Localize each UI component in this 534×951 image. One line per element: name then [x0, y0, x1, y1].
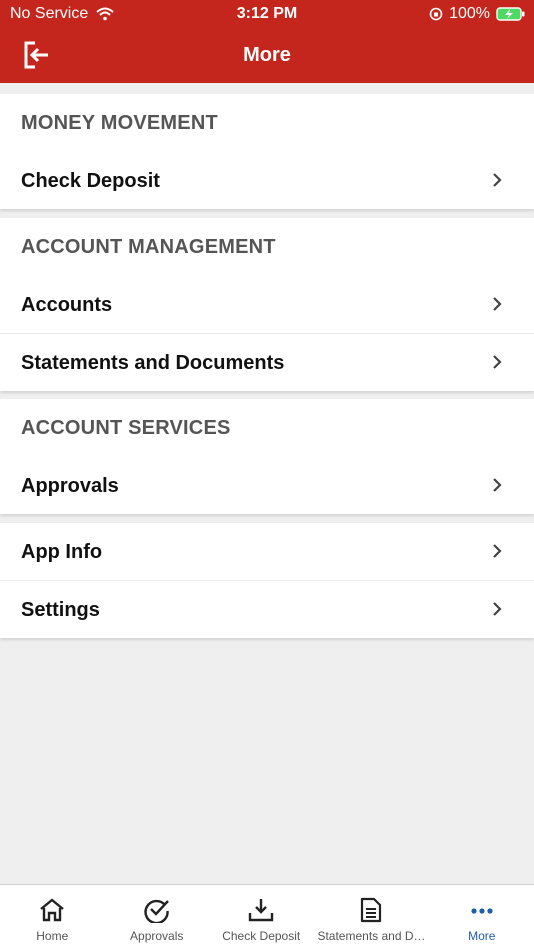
tab-home[interactable]: Home: [0, 885, 104, 951]
menu-item-label: Check Deposit: [21, 170, 160, 192]
more-dots-icon: [471, 908, 493, 914]
section-money-movement: MONEY MOVEMENT Check Deposit: [0, 94, 534, 209]
menu-item-check-deposit[interactable]: Check Deposit: [0, 152, 534, 209]
menu-item-label: App Info: [21, 541, 103, 563]
menu-item-accounts[interactable]: Accounts: [0, 276, 534, 333]
chevron-right-icon: [493, 355, 502, 369]
tab-label: Home: [36, 929, 69, 943]
section-app: App Info Settings: [0, 523, 534, 638]
section-header: ACCOUNT MANAGEMENT: [21, 236, 276, 258]
menu-item-label: Statements and Documents: [21, 352, 285, 374]
tab-label: Statements and D…: [317, 929, 426, 943]
chevron-right-icon: [493, 544, 502, 558]
navigation-bar: More: [0, 28, 534, 83]
menu-item-statements-documents[interactable]: Statements and Documents: [0, 333, 534, 391]
menu-item-label: Settings: [21, 599, 100, 621]
battery-percent: 100%: [449, 5, 490, 22]
tab-approvals[interactable]: Approvals: [104, 885, 208, 951]
home-icon: [40, 898, 64, 922]
tab-more[interactable]: More: [430, 885, 534, 951]
page-title: More: [243, 44, 291, 66]
check-circle-icon: [144, 899, 169, 923]
section-header: MONEY MOVEMENT: [21, 112, 218, 134]
tab-label: More: [468, 929, 496, 943]
download-icon: [249, 899, 274, 922]
menu-item-settings[interactable]: Settings: [0, 580, 534, 638]
tab-label: Approvals: [130, 929, 184, 943]
tab-bar: Home Approvals Check Deposit Statements …: [0, 884, 534, 951]
chevron-right-icon: [493, 173, 502, 187]
tab-statements[interactable]: Statements and D…: [313, 885, 429, 951]
chevron-right-icon: [493, 602, 502, 616]
chevron-right-icon: [493, 297, 502, 311]
menu-item-label: Approvals: [21, 475, 119, 497]
menu-item-app-info[interactable]: App Info: [0, 523, 534, 580]
section-account-management: ACCOUNT MANAGEMENT Accounts Statements a…: [0, 218, 534, 391]
menu-item-approvals[interactable]: Approvals: [0, 457, 534, 514]
section-header: ACCOUNT SERVICES: [21, 417, 231, 439]
document-icon: [361, 897, 382, 923]
tab-check-deposit[interactable]: Check Deposit: [209, 885, 313, 951]
battery-charging-icon: [496, 7, 525, 21]
orientation-lock-icon: [429, 7, 443, 21]
section-account-services: ACCOUNT SERVICES Approvals: [0, 399, 534, 514]
tab-label: Check Deposit: [222, 929, 301, 943]
top-bar: No Service 3:12 PM 100% More: [0, 0, 534, 83]
status-bar: No Service 3:12 PM 100%: [0, 0, 534, 28]
chevron-right-icon: [493, 478, 502, 492]
menu-item-label: Accounts: [21, 294, 113, 316]
